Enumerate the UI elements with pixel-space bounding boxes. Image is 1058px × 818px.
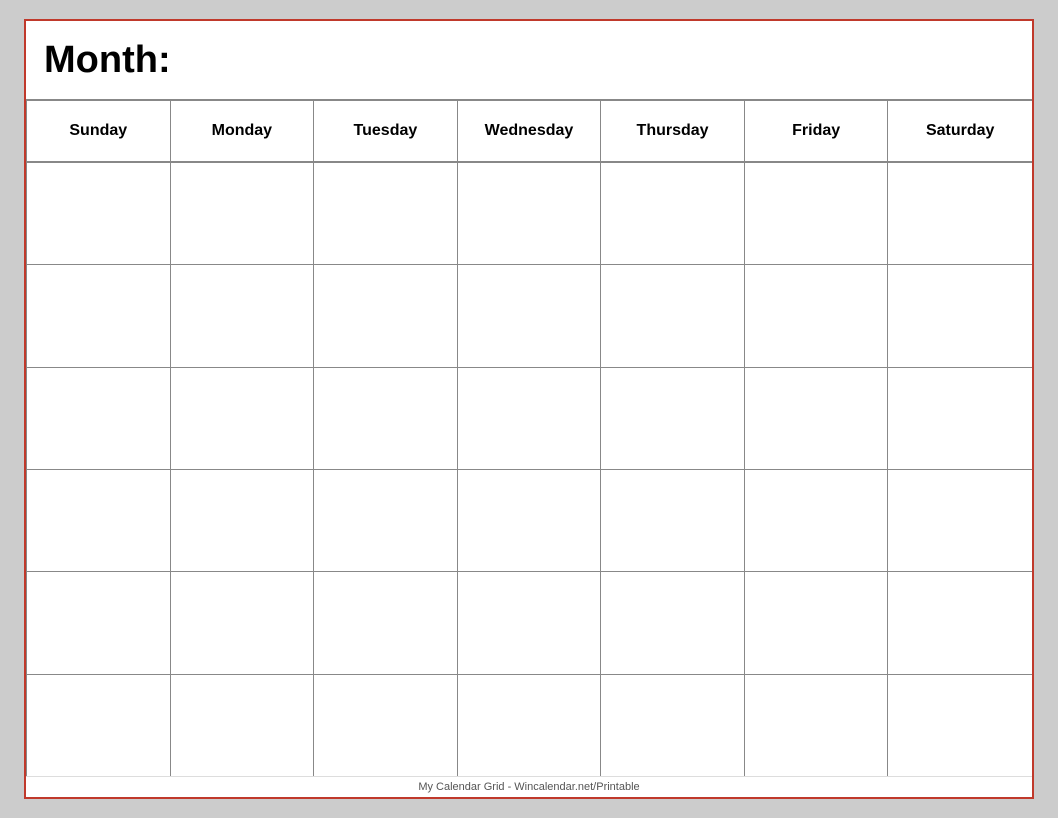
day-cell xyxy=(745,572,889,673)
day-cell xyxy=(745,470,889,571)
month-header: Month: xyxy=(26,21,1032,101)
day-cell xyxy=(458,572,602,673)
day-cell xyxy=(888,265,1032,366)
day-cell xyxy=(314,470,458,571)
day-header-friday: Friday xyxy=(745,101,889,161)
week-row-2 xyxy=(27,265,1032,367)
day-cell xyxy=(601,470,745,571)
day-header-wednesday: Wednesday xyxy=(458,101,602,161)
day-cell xyxy=(601,675,745,776)
day-cell xyxy=(458,368,602,469)
month-title: Month: xyxy=(44,39,171,82)
day-cell xyxy=(314,572,458,673)
footer-text: My Calendar Grid - Wincalendar.net/Print… xyxy=(418,781,639,793)
calendar-page: Month: SundayMondayTuesdayWednesdayThurs… xyxy=(24,19,1034,799)
day-cell xyxy=(745,163,889,264)
day-cell xyxy=(601,368,745,469)
day-header-monday: Monday xyxy=(171,101,315,161)
day-cell xyxy=(27,265,171,366)
day-cell xyxy=(171,163,315,264)
week-row-5 xyxy=(27,572,1032,674)
day-cell xyxy=(314,675,458,776)
calendar-grid: SundayMondayTuesdayWednesdayThursdayFrid… xyxy=(26,101,1032,776)
day-header-tuesday: Tuesday xyxy=(314,101,458,161)
day-cell xyxy=(27,470,171,571)
day-headers-row: SundayMondayTuesdayWednesdayThursdayFrid… xyxy=(27,101,1032,163)
week-row-1 xyxy=(27,163,1032,265)
day-cell xyxy=(27,163,171,264)
day-cell xyxy=(745,368,889,469)
day-cell xyxy=(171,675,315,776)
day-cell xyxy=(314,163,458,264)
week-row-3 xyxy=(27,368,1032,470)
day-cell xyxy=(171,368,315,469)
footer: My Calendar Grid - Wincalendar.net/Print… xyxy=(26,776,1032,797)
day-cell xyxy=(27,572,171,673)
day-header-saturday: Saturday xyxy=(888,101,1032,161)
day-cell xyxy=(601,265,745,366)
day-cell xyxy=(458,163,602,264)
day-cell xyxy=(171,572,315,673)
day-cell xyxy=(745,675,889,776)
weeks-container xyxy=(27,163,1032,776)
day-cell xyxy=(888,470,1032,571)
week-row-6 xyxy=(27,675,1032,776)
day-cell xyxy=(601,163,745,264)
day-cell xyxy=(888,675,1032,776)
day-cell xyxy=(171,265,315,366)
day-cell xyxy=(458,265,602,366)
day-cell xyxy=(27,675,171,776)
day-cell xyxy=(458,675,602,776)
day-cell xyxy=(888,163,1032,264)
day-cell xyxy=(314,368,458,469)
week-row-4 xyxy=(27,470,1032,572)
day-header-thursday: Thursday xyxy=(601,101,745,161)
day-cell xyxy=(888,572,1032,673)
day-cell xyxy=(171,470,315,571)
day-cell xyxy=(601,572,745,673)
day-cell xyxy=(314,265,458,366)
day-cell xyxy=(745,265,889,366)
day-cell xyxy=(27,368,171,469)
day-cell xyxy=(458,470,602,571)
day-cell xyxy=(888,368,1032,469)
day-header-sunday: Sunday xyxy=(27,101,171,161)
